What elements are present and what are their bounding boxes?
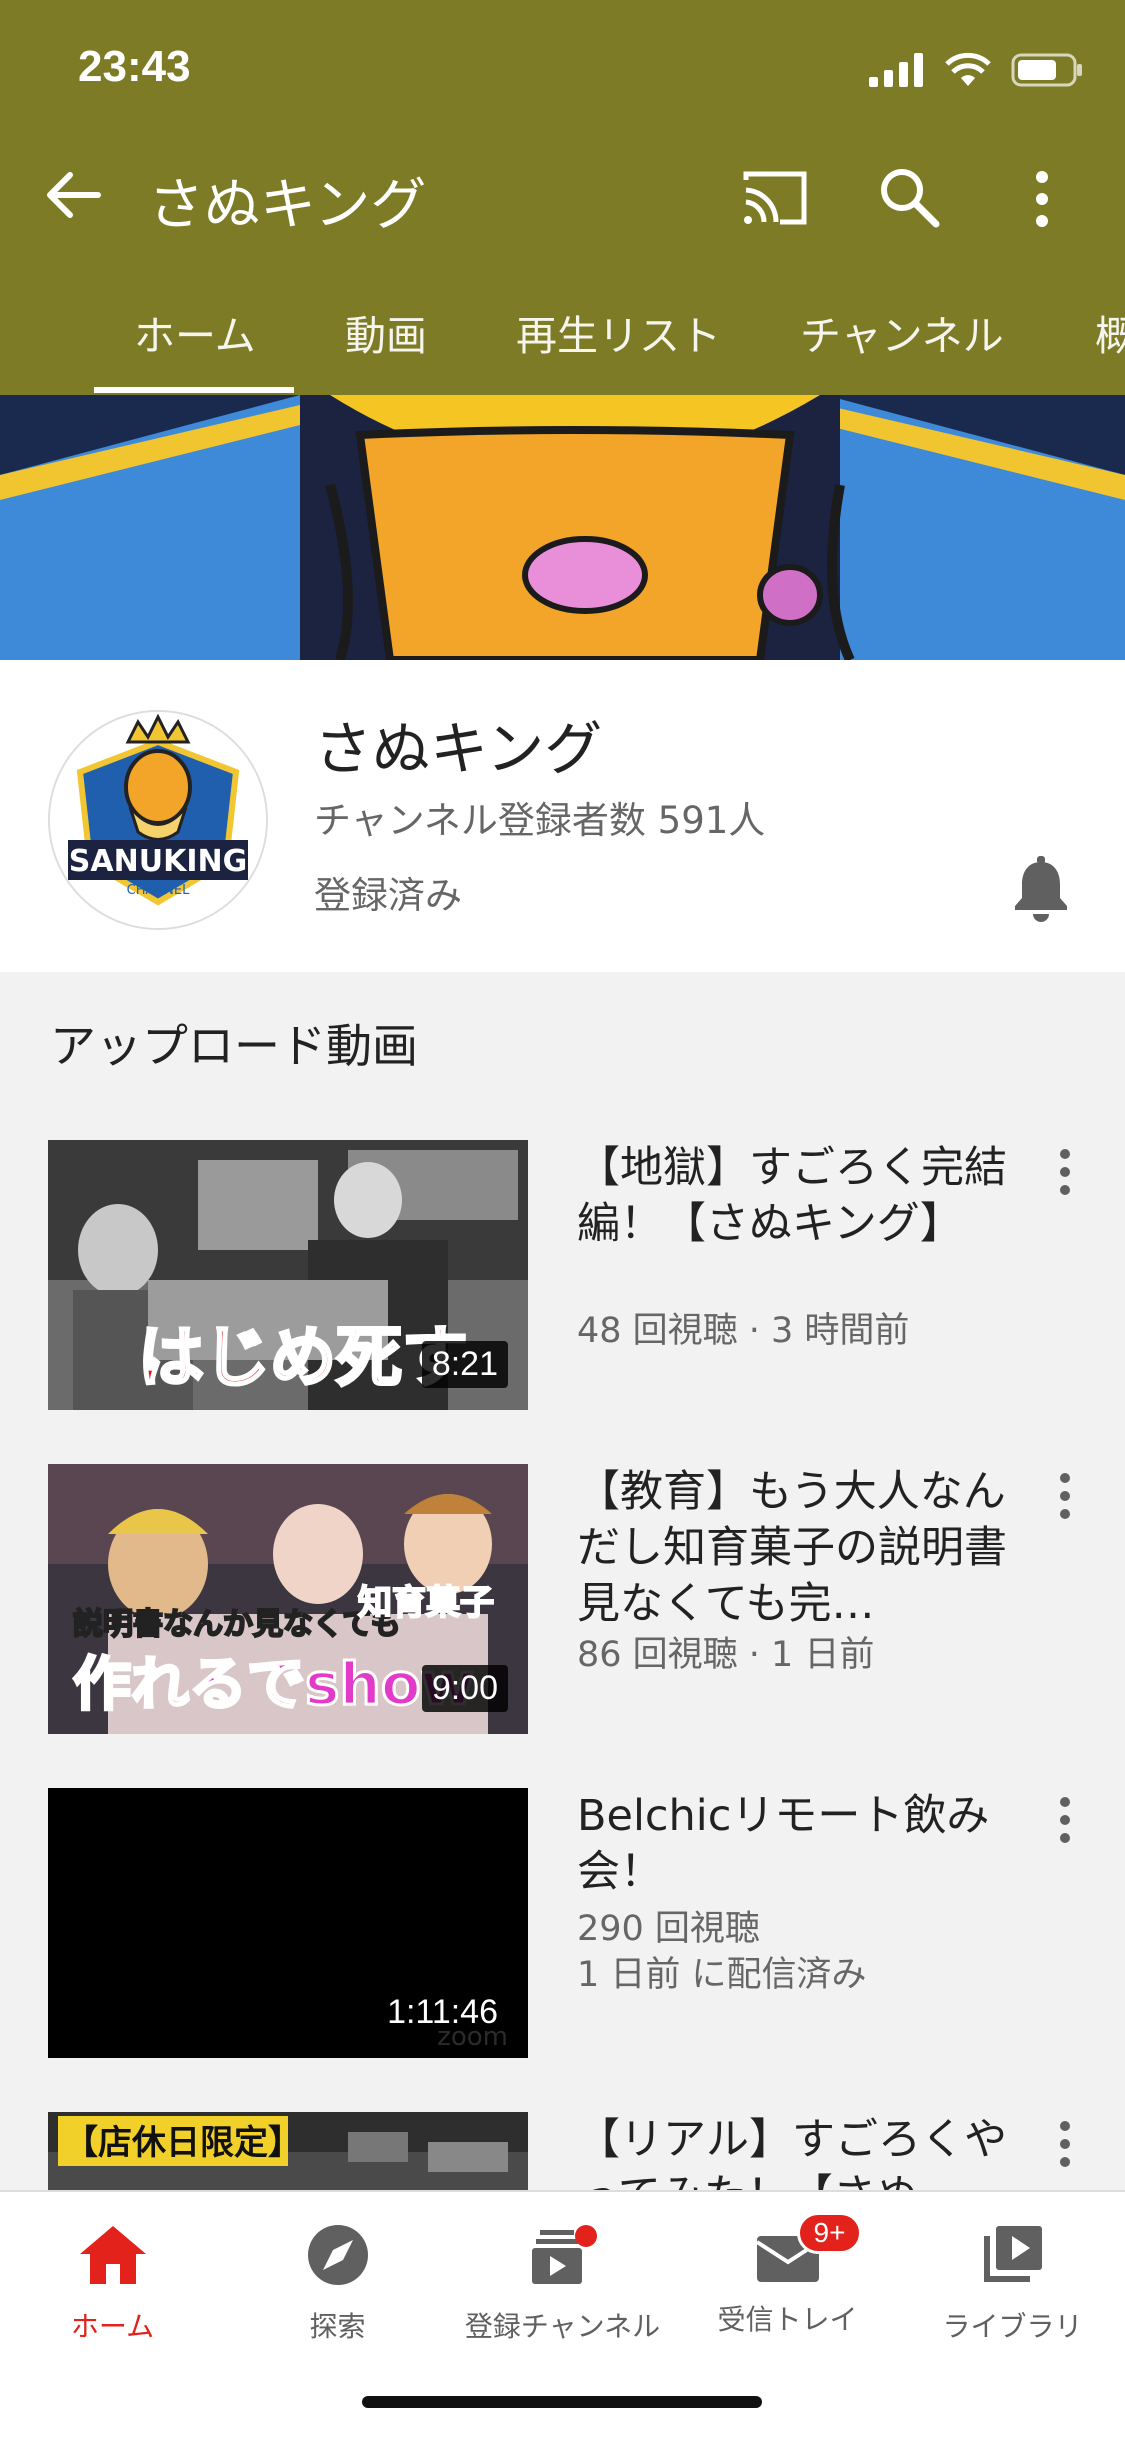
channel-avatar[interactable]: SANUKING CHANNEL	[48, 710, 268, 930]
inbox-icon: 9+	[753, 2212, 863, 2288]
video-title[interactable]: Belchicリモート飲み会！	[577, 1788, 1017, 1900]
video-item[interactable]: 【店休日限定】 【リアル】すごろくやってみた！【さぬ	[0, 2112, 1125, 2190]
video-meta: 48 回視聴 · 3 時間前	[577, 1311, 910, 1351]
thumbnail-caption-right: 知育菓子	[358, 1583, 494, 1623]
video-thumbnail[interactable]: 説明書なんか見なくても 知育菓子 作れるでshow 9:00	[48, 1464, 528, 1734]
nav-home[interactable]: ホーム	[0, 2222, 225, 2345]
nav-label: 登録チャンネル	[464, 2310, 661, 2343]
logo-subtext: CHANNEL	[127, 883, 190, 898]
video-title[interactable]: 【リアル】すごろくやってみた！【さぬ	[577, 2112, 1017, 2190]
nav-label: ライブラリ	[942, 2310, 1083, 2343]
nav-explore[interactable]: 探索	[225, 2222, 450, 2345]
more-options-icon[interactable]	[1058, 2120, 1072, 2168]
channel-banner	[0, 395, 1125, 660]
subscribe-status[interactable]: 登録済み	[314, 865, 462, 919]
home-indicator	[362, 2396, 762, 2408]
video-duration: 9:00	[421, 1665, 508, 1712]
tab-videos[interactable]: 動画	[345, 302, 427, 362]
subscriptions-icon	[531, 2225, 597, 2284]
battery-icon	[1011, 53, 1082, 87]
video-thumbnail[interactable]: はじめ死す 8:21	[48, 1140, 528, 1410]
status-time: 23:43	[78, 42, 191, 91]
thumbnail-caption: 【店休日限定】	[64, 2123, 302, 2163]
thumbnail-caption: はじめ死す	[138, 1319, 468, 1396]
video-meta: 290 回視聴	[577, 1909, 760, 1949]
cast-icon[interactable]	[740, 168, 810, 228]
subscriber-count: チャンネル登録者数 591人	[314, 799, 766, 842]
status-icons	[869, 50, 1083, 90]
compass-icon	[307, 2225, 368, 2285]
video-thumbnail[interactable]: zoom 1:11:46	[48, 1788, 528, 2058]
page-title: さぬキング	[148, 173, 427, 238]
tab-home[interactable]: ホーム	[134, 302, 256, 362]
active-tab-indicator	[94, 387, 294, 393]
more-options-icon[interactable]	[1058, 1148, 1072, 1196]
wifi-icon	[945, 52, 991, 86]
notification-badge: 9+	[796, 2212, 863, 2254]
more-options-icon[interactable]	[1058, 1796, 1072, 1844]
video-item[interactable]: 説明書なんか見なくても 知育菓子 作れるでshow 9:00 【教育】もう大人な…	[0, 1464, 1125, 1754]
tab-playlists[interactable]: 再生リスト	[516, 302, 721, 362]
nav-label: 受信トレイ	[717, 2303, 858, 2336]
channel-header: 23:43 さぬキング ホーム 動画 再生リスト チャンネル 概	[0, 0, 1125, 395]
nav-subscriptions[interactable]: 登録チャンネル	[450, 2222, 675, 2345]
video-title[interactable]: 【地獄】すごろく完結編！【さぬキング】	[577, 1140, 1017, 1252]
channel-name: さぬキング	[314, 715, 603, 783]
tab-channels[interactable]: チャンネル	[800, 302, 1004, 362]
nav-label: 探索	[309, 2310, 366, 2343]
logo-text: SANUKING	[69, 844, 247, 879]
video-title[interactable]: 【教育】もう大人なんだし知育菓子の説明書見なくても完…	[577, 1464, 1017, 1632]
video-item[interactable]: はじめ死す 8:21 【地獄】すごろく完結編！【さぬキング】 48 回視聴 · …	[0, 1140, 1125, 1430]
uploads-section-title: アップロード動画	[50, 1019, 418, 1073]
tab-about[interactable]: 概	[1095, 302, 1125, 362]
notification-bell-icon[interactable]	[1010, 856, 1072, 922]
thumbnail-caption-top: 説明書なんか見なくても	[73, 1607, 401, 1642]
more-options-icon[interactable]	[1035, 170, 1049, 228]
video-meta-streamed: 1 日前 に配信済み	[577, 1955, 867, 1995]
video-duration: 8:21	[421, 1341, 508, 1388]
nav-label: ホーム	[70, 2310, 155, 2343]
video-item[interactable]: zoom 1:11:46 Belchicリモート飲み会！ 290 回視聴 1 日…	[0, 1788, 1125, 2078]
thumbnail-caption-main: 作れるでshow	[73, 1650, 474, 1718]
video-thumbnail[interactable]: 【店休日限定】	[48, 2112, 528, 2190]
nav-library[interactable]: ライブラリ	[900, 2222, 1125, 2345]
video-meta: 86 回視聴 · 1 日前	[577, 1635, 875, 1675]
search-icon[interactable]	[876, 164, 942, 230]
more-options-icon[interactable]	[1058, 1472, 1072, 1520]
home-icon	[79, 2226, 146, 2284]
nav-inbox[interactable]: 9+ 受信トレイ	[675, 2212, 900, 2338]
signal-icon	[869, 53, 923, 87]
video-duration: 1:11:46	[387, 1993, 498, 2031]
channel-tabs: ホーム 動画 再生リスト チャンネル 概	[0, 290, 1125, 395]
library-icon	[983, 2226, 1042, 2282]
back-arrow-icon[interactable]	[42, 165, 102, 225]
